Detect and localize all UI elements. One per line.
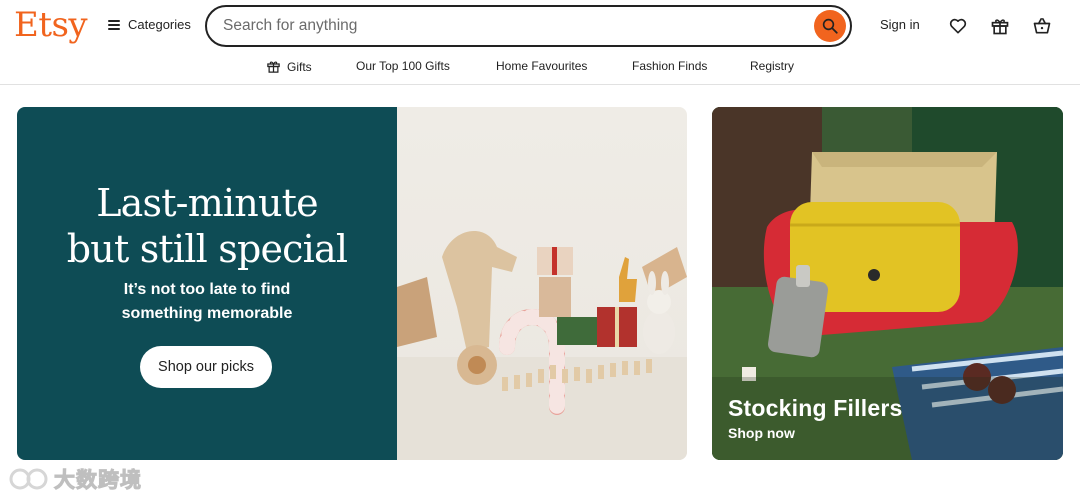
site-header: Etsy Categories Sign in [0, 0, 1080, 52]
nav-item-top-100-gifts[interactable]: Our Top 100 Gifts [356, 59, 450, 73]
search-bar [205, 5, 852, 47]
wooden-toys-illustration [397, 230, 687, 460]
shop-now-link[interactable]: Shop now [728, 425, 795, 441]
favorites-button[interactable] [946, 14, 970, 38]
categories-button[interactable]: Categories [108, 17, 191, 32]
nav-item-label: Fashion Finds [632, 59, 708, 73]
search-button[interactable] [814, 10, 846, 42]
hero-text-panel: Last-minute but still special It’s not t… [17, 107, 397, 460]
hero-subtitle: It’s not too late to find something memo… [77, 278, 337, 326]
hero-subtitle-line-1: It’s not too late to find [123, 281, 291, 298]
nav-item-registry[interactable]: Registry [750, 59, 794, 73]
search-input[interactable] [223, 15, 803, 37]
hero-title-line-2: but still special [66, 227, 348, 271]
search-icon [822, 18, 838, 34]
hero-banner[interactable]: Last-minute but still special It’s not t… [17, 107, 687, 460]
hero-title-line-1: Last-minute [96, 181, 318, 225]
gift-icon [267, 61, 280, 73]
gift-mode-button[interactable] [988, 14, 1012, 38]
hamburger-menu-icon [108, 19, 120, 30]
nav-item-label: Registry [750, 59, 795, 73]
hero-subtitle-line-2: something memorable [121, 305, 293, 322]
shop-our-picks-button[interactable]: Shop our picks [140, 346, 272, 388]
watermark-text: 大数跨境 [54, 469, 142, 493]
sub-navigation: Gifts Our Top 100 Gifts Home Favourites … [0, 52, 1080, 85]
nav-item-home-favourites[interactable]: Home Favourites [496, 59, 587, 73]
etsy-logo[interactable]: Etsy [14, 4, 88, 46]
nav-item-fashion-finds[interactable]: Fashion Finds [632, 59, 707, 73]
nav-item-label: Our Top 100 Gifts [356, 59, 450, 73]
stocking-fillers-title: Stocking Fillers [728, 395, 903, 421]
cart-button[interactable] [1030, 14, 1054, 38]
gift-icon [991, 19, 1009, 35]
stocking-fillers-card[interactable]: Stocking Fillers Shop now [712, 107, 1063, 460]
categories-label: Categories [128, 17, 191, 32]
heart-icon [949, 18, 967, 34]
basket-icon [1033, 18, 1051, 34]
sign-in-link[interactable]: Sign in [880, 17, 920, 32]
nav-item-gifts[interactable]: Gifts [266, 59, 312, 74]
watermark-logo-icon [9, 468, 48, 490]
nav-item-label: Home Favourites [496, 59, 588, 73]
watermark: 大数跨境 [8, 464, 142, 494]
hero-title: Last-minute but still special [17, 180, 397, 272]
hero-image [397, 107, 687, 460]
nav-item-label: Gifts [287, 59, 312, 74]
